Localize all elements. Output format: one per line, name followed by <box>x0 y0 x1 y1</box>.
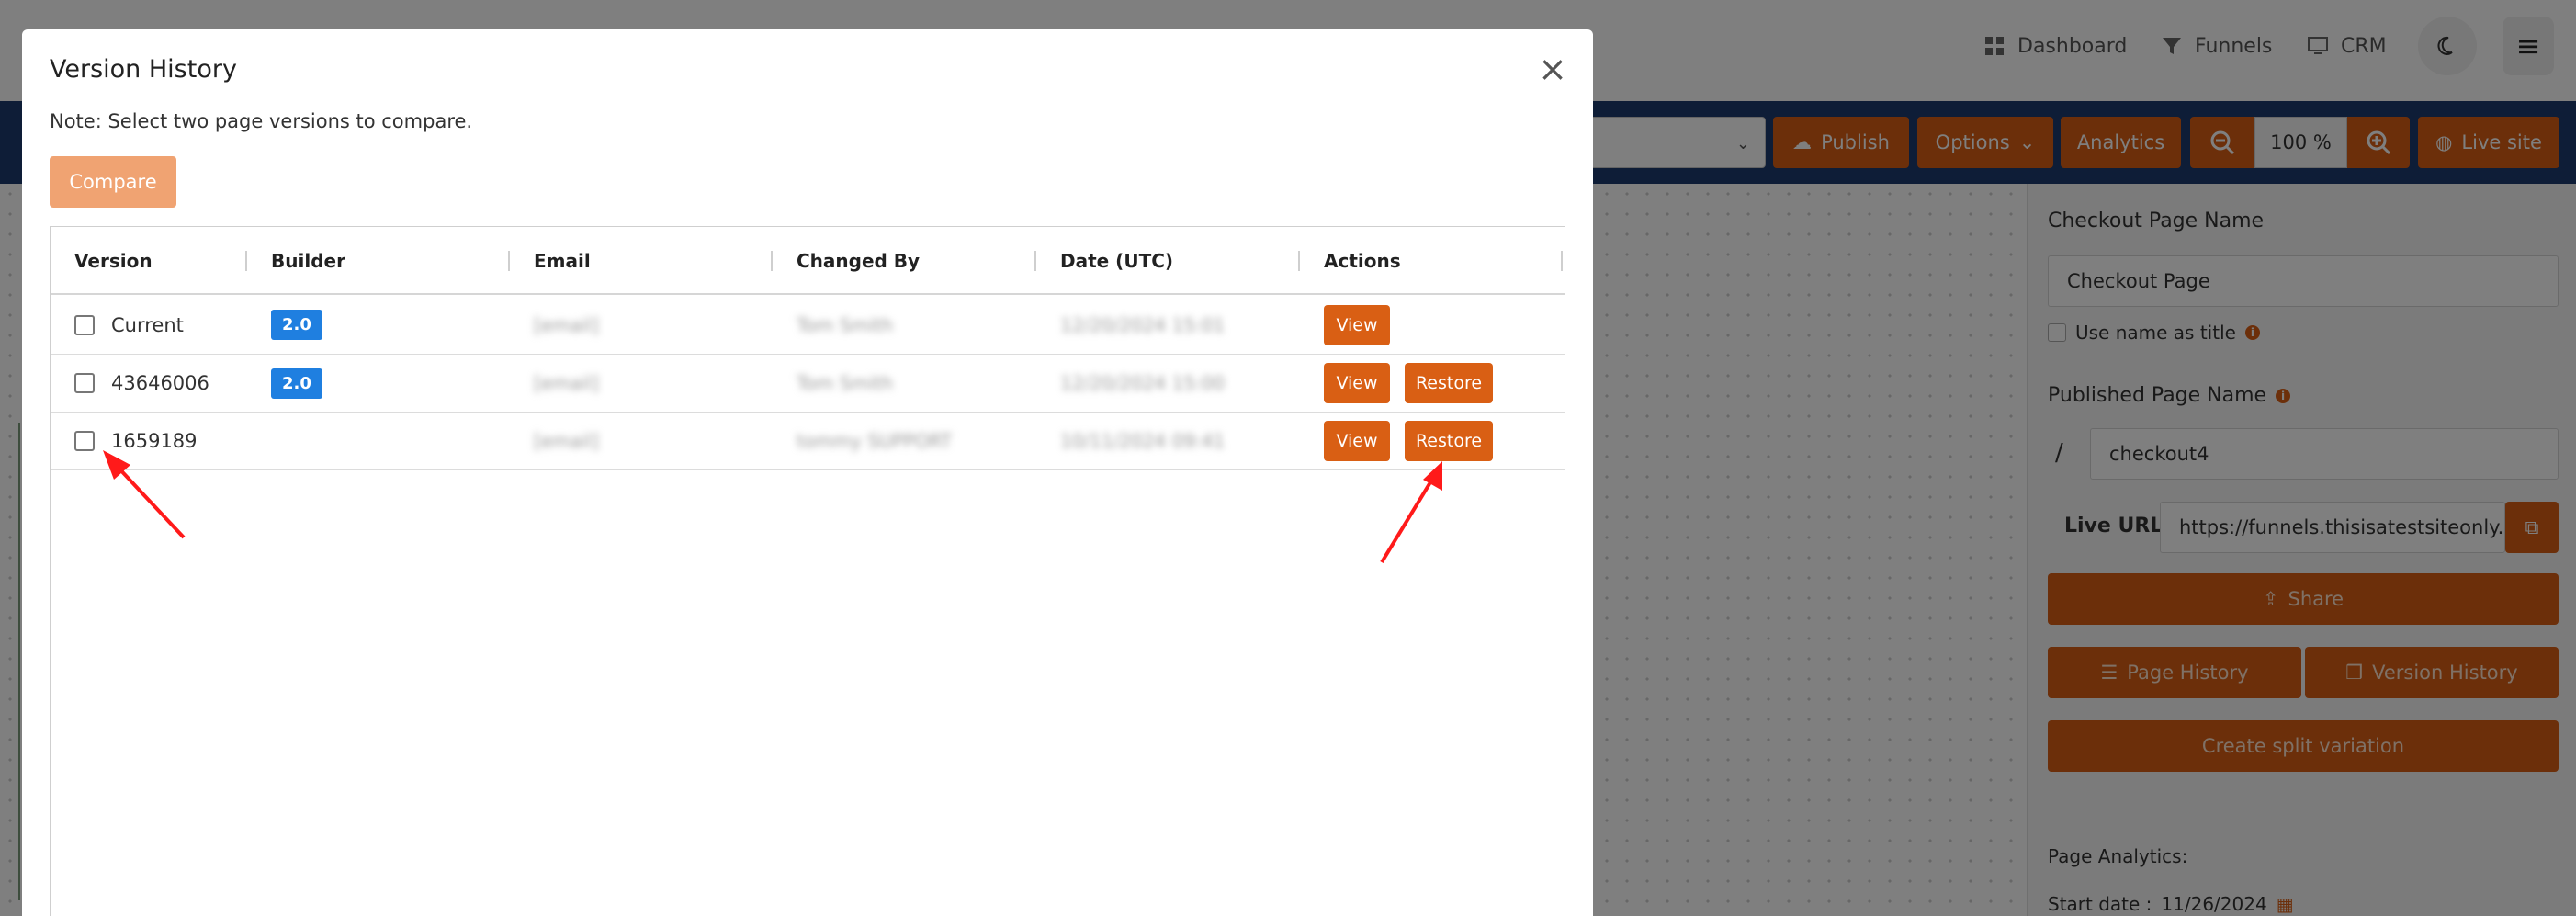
changed-by-cell: Tom Smith <box>797 355 893 412</box>
version-value: 1659189 <box>111 430 198 452</box>
table-row: 43646006 2.0 [email] Tom Smith 12/20/202… <box>51 355 1565 413</box>
col-changed-by: Changed By <box>797 250 921 272</box>
email-value: [email] <box>534 430 599 452</box>
col-divider <box>771 251 773 271</box>
date-value: 10/11/2024 09:41 <box>1060 430 1226 452</box>
email-value: [email] <box>534 372 599 394</box>
changed-by-cell: Tom Smith <box>797 296 893 354</box>
table-row: 1659189 [email] tommy SUPPORT 10/11/2024… <box>51 413 1565 470</box>
compare-note: Note: Select two page versions to compar… <box>50 110 473 132</box>
date-cell: 10/11/2024 09:41 <box>1060 413 1225 469</box>
view-button[interactable]: View <box>1324 421 1390 461</box>
col-builder: Builder <box>271 250 345 272</box>
version-value: Current <box>111 313 184 336</box>
modal-title: Version History <box>50 55 237 84</box>
view-button[interactable]: View <box>1324 363 1390 403</box>
restore-button[interactable]: Restore <box>1405 363 1493 403</box>
col-divider <box>1034 251 1036 271</box>
changed-by-cell: tommy SUPPORT <box>797 413 952 469</box>
email-value: [email] <box>534 313 599 336</box>
col-date: Date (UTC) <box>1060 250 1174 272</box>
col-divider <box>508 251 510 271</box>
changed-by-value: Tom Smith <box>797 372 894 394</box>
version-value: 43646006 <box>111 372 209 394</box>
actions-cell: View Restore <box>1324 413 1493 469</box>
builder-badge: 2.0 <box>271 368 322 399</box>
builder-cell: 2.0 <box>271 296 322 354</box>
versions-table: Version Builder Email Changed By Date (U… <box>50 226 1565 916</box>
close-icon: × <box>1538 49 1567 89</box>
email-cell: [email] <box>534 296 599 354</box>
col-divider <box>245 251 247 271</box>
restore-button[interactable]: Restore <box>1405 421 1493 461</box>
actions-cell: View <box>1324 296 1390 354</box>
compare-button[interactable]: Compare <box>50 156 176 208</box>
email-cell: [email] <box>534 413 599 469</box>
col-email: Email <box>534 250 591 272</box>
date-cell: 12/20/2024 15:00 <box>1060 355 1225 412</box>
version-cell: Current <box>74 296 184 354</box>
date-value: 12/20/2024 15:00 <box>1060 372 1226 394</box>
col-divider <box>1561 251 1563 271</box>
table-row: Current 2.0 [email] Tom Smith 12/20/2024… <box>51 296 1565 355</box>
version-history-modal: Version History × Note: Select two page … <box>22 29 1593 916</box>
view-button[interactable]: View <box>1324 304 1390 345</box>
col-version: Version <box>74 250 153 272</box>
version-cell: 43646006 <box>74 355 209 412</box>
builder-badge: 2.0 <box>271 310 322 340</box>
version-checkbox[interactable] <box>74 373 95 393</box>
version-checkbox[interactable] <box>74 314 95 335</box>
date-cell: 12/20/2024 15:01 <box>1060 296 1225 354</box>
actions-cell: View Restore <box>1324 355 1493 412</box>
col-actions: Actions <box>1324 250 1401 272</box>
email-cell: [email] <box>534 355 599 412</box>
table-header: Version Builder Email Changed By Date (U… <box>51 227 1565 295</box>
version-cell: 1659189 <box>74 413 198 469</box>
close-button[interactable]: × <box>1536 51 1569 86</box>
date-value: 12/20/2024 15:01 <box>1060 313 1226 336</box>
version-checkbox[interactable] <box>74 431 95 451</box>
col-divider <box>1298 251 1300 271</box>
builder-cell: 2.0 <box>271 355 322 412</box>
changed-by-value: Tom Smith <box>797 313 894 336</box>
changed-by-value: tommy SUPPORT <box>797 430 953 452</box>
